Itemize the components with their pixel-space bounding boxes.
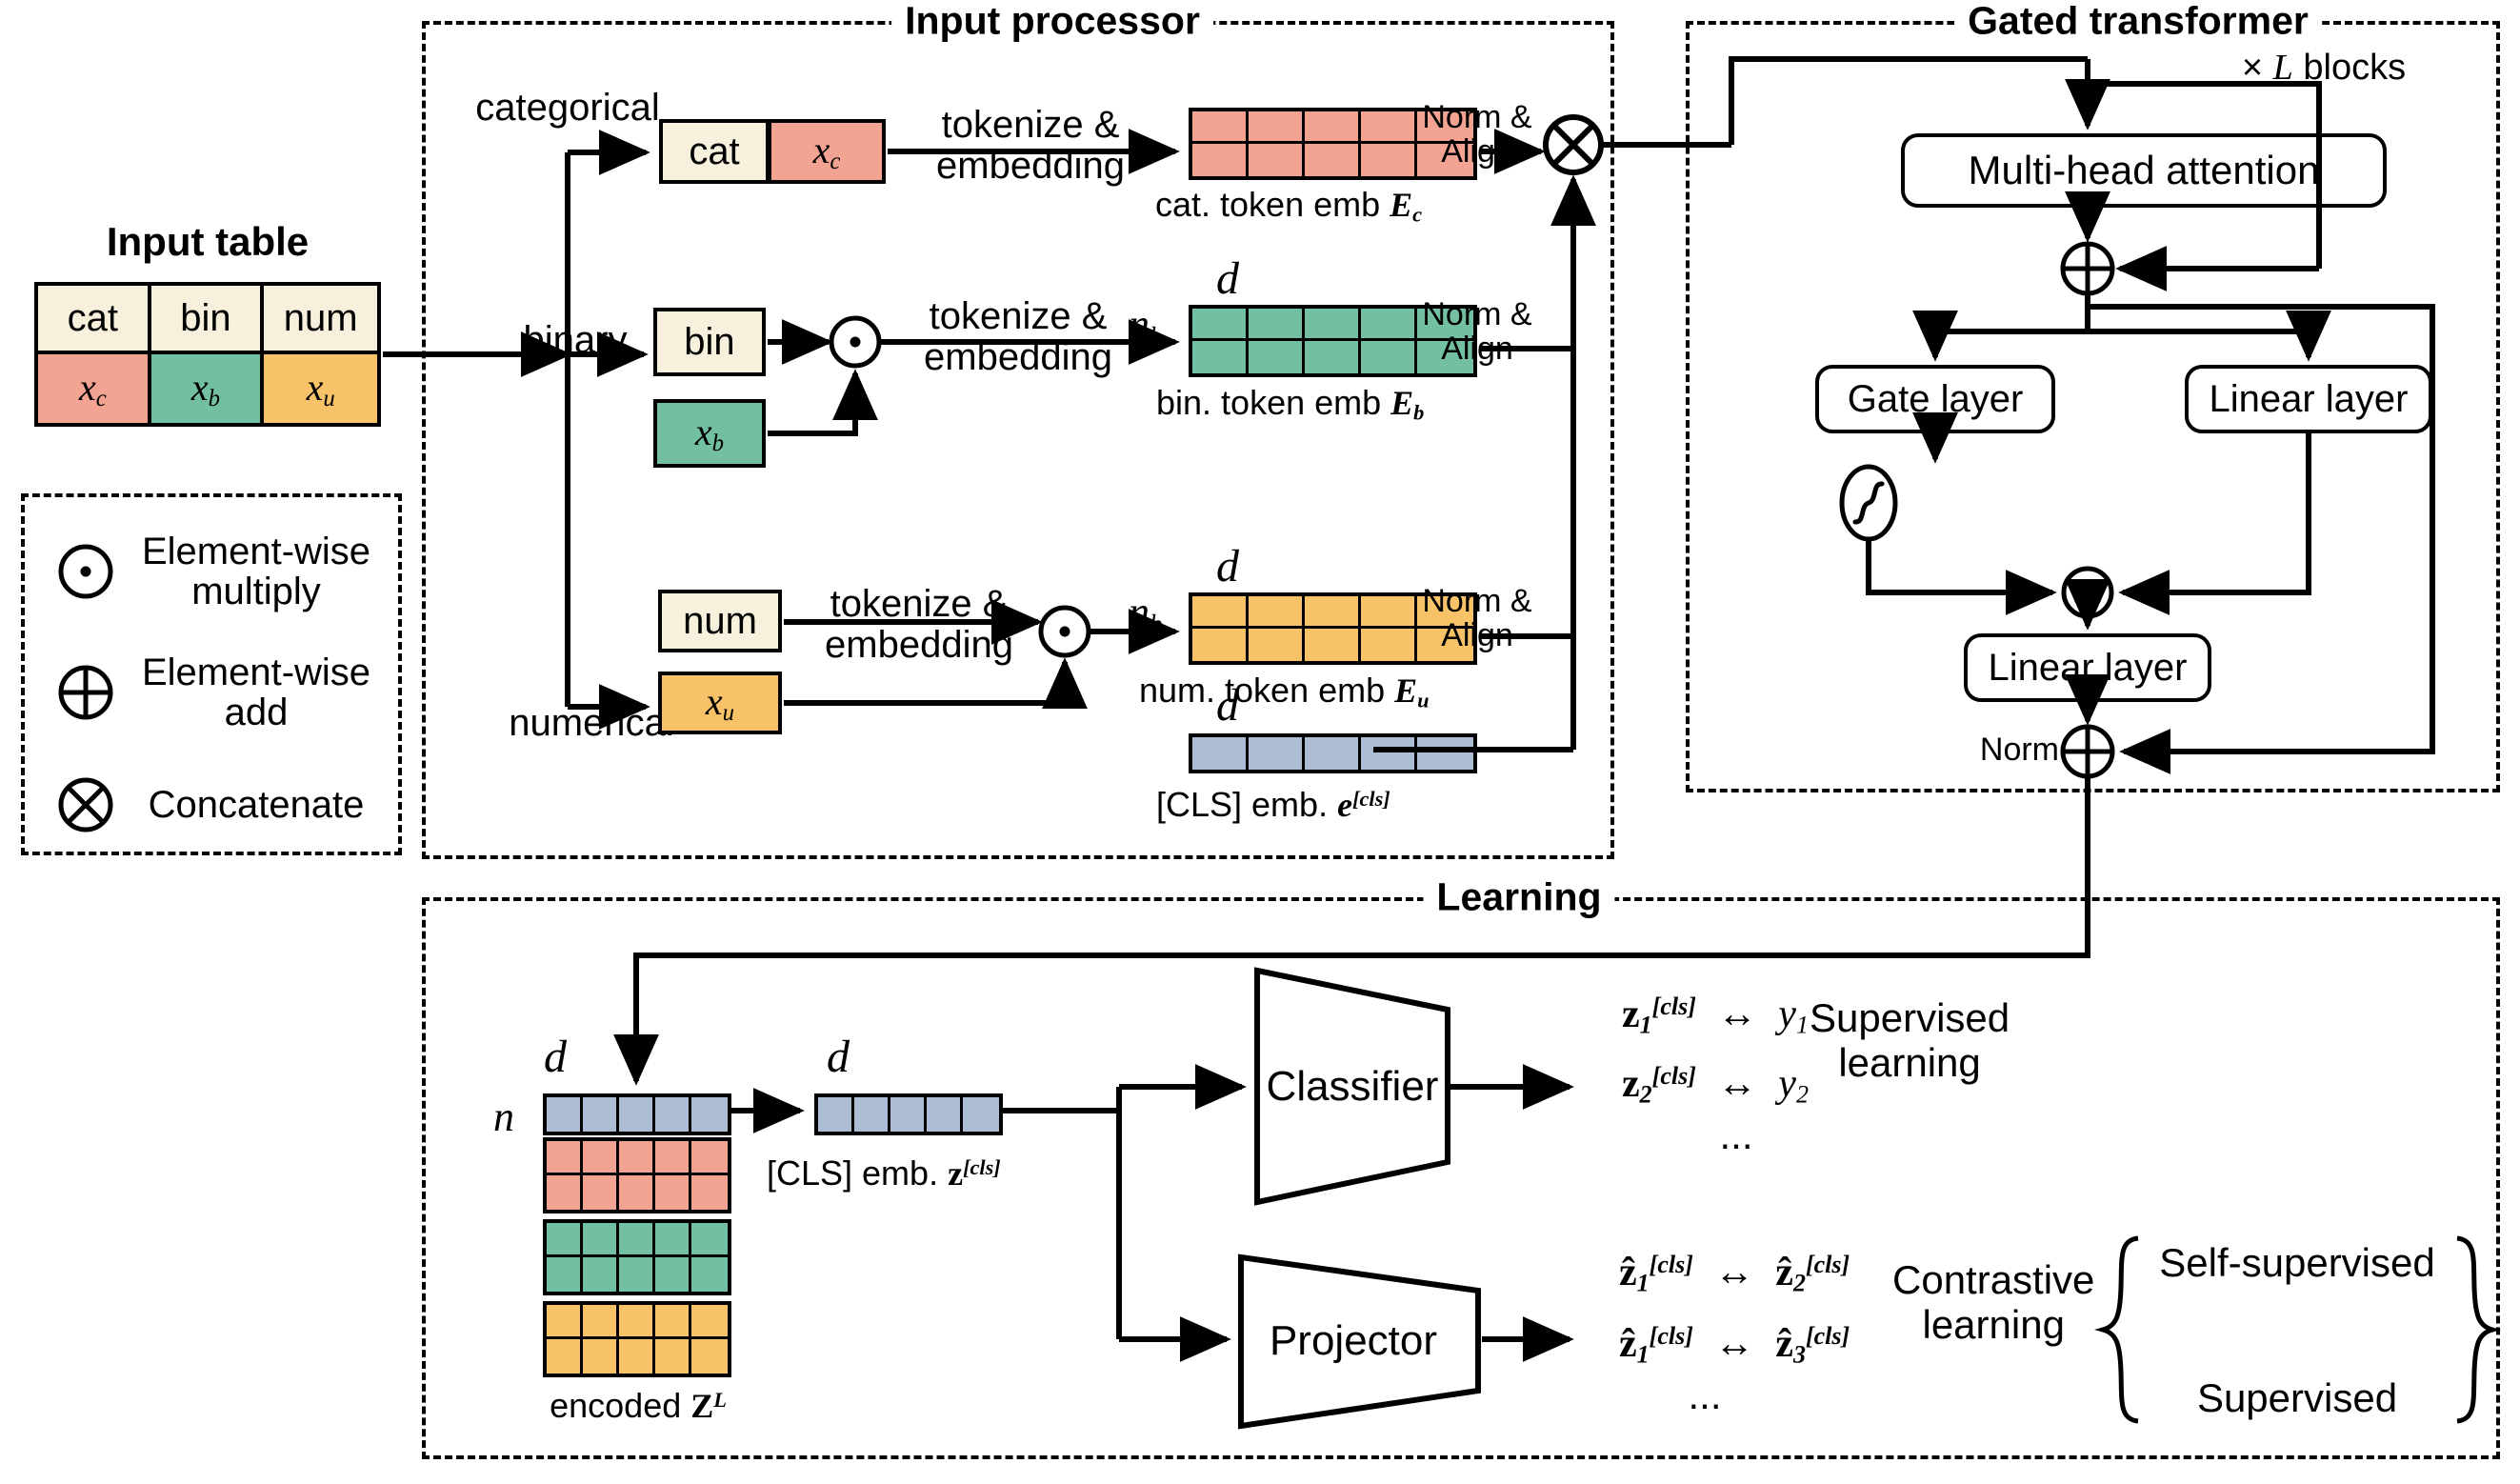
edge-label-binary: binary [523, 319, 628, 361]
learning-cls-caption: [CLS] emb. z[cls] [767, 1153, 1001, 1193]
encoded-caption: encoded ZL [550, 1386, 727, 1425]
field-box-cat: cat [659, 119, 770, 184]
linear-layer-right-block: Linear layer [2185, 365, 2432, 433]
cls-embedding-caption: [CLS] emb. e[cls] [1156, 785, 1390, 824]
otimes-icon [58, 777, 113, 832]
norm-align-label-cat: Norm & Align [1422, 99, 1532, 170]
dim-label-nb-numerical: nb [1129, 589, 1163, 638]
encoded-row-group-cls [543, 1093, 731, 1135]
transform-label-binary: tokenize & embedding [924, 295, 1112, 379]
cat-token-embedding-caption: cat. token emb Ec [1155, 185, 1423, 227]
linear-layer-bottom-block: Linear layer [1964, 633, 2211, 702]
encoded-row-group-binary [543, 1219, 731, 1295]
value-box-xc: xc [768, 119, 886, 184]
dim-label-d-cls: d [1216, 680, 1239, 731]
legend-label-concatenate: Concatenate [148, 783, 365, 826]
dim-label-d-numerical: d [1216, 541, 1239, 592]
norm-align-label-bin: Norm & Align [1422, 296, 1532, 368]
projector-label: Projector [1269, 1316, 1438, 1364]
learning-frame [422, 897, 2500, 1459]
input-processor-title: Input processor [891, 0, 1213, 44]
learning-title: Learning [1423, 874, 1615, 920]
edge-label-numerical: numerical [509, 702, 674, 744]
cls-embedding-grid [1189, 733, 1477, 773]
input-table-value-xu: xu [264, 354, 377, 423]
norm-label-transformer: Norm [1979, 732, 2059, 768]
classifier-label: Classifier [1266, 1062, 1439, 1110]
input-table-value-xb: xb [150, 354, 265, 423]
contrastive-pair-2: ẑ1[cls] ↔ ẑ3[cls] [1619, 1321, 1850, 1369]
dim-label-d-cls-vector: d [827, 1032, 850, 1082]
legend-label-add-line1: Element-wise [141, 651, 371, 693]
legend-label-add-line2: add [224, 692, 289, 733]
supervised-pair-1: z1[cls] ↔ y1 [1622, 992, 1809, 1039]
dim-label-d-binary: d [1216, 253, 1239, 304]
value-box-xu: xu [658, 672, 782, 734]
supervised-learning-label: Supervised learning [1810, 995, 2010, 1086]
input-table: cat bin num xc xb xu [34, 282, 381, 427]
brace-item-self-supervised: Self-supervised [2159, 1239, 2435, 1285]
field-box-bin: bin [653, 308, 766, 376]
contrastive-ellipsis: ... [1688, 1373, 1722, 1417]
legend-label-multiply-line1: Element-wise [141, 530, 371, 572]
supervised-ellipsis: ... [1719, 1113, 1753, 1157]
transformer-repeat-note: × L blocks [2241, 48, 2407, 88]
learning-cls-vector [814, 1093, 1003, 1135]
supervised-pair-2: z2[cls] ↔ y2 [1622, 1061, 1809, 1109]
edge-label-categorical: categorical [475, 87, 660, 129]
encoded-row-group-categorical [543, 1137, 731, 1213]
input-table-title: Input table [106, 219, 310, 264]
field-box-num: num [658, 590, 782, 652]
legend-item-add: Element-wise add [44, 640, 396, 745]
legend-label-multiply-line2: multiply [191, 571, 321, 612]
transform-label-categorical: tokenize & embedding [936, 104, 1125, 188]
brace-item-supervised: Supervised [2196, 1374, 2398, 1420]
bin-token-embedding-caption: bin. token emb Eb [1156, 383, 1425, 425]
input-table-header-bin: bin [150, 286, 265, 354]
transform-label-numerical: tokenize & embedding [825, 583, 1013, 667]
contrastive-pair-1: ẑ1[cls] ↔ ẑ2[cls] [1619, 1250, 1850, 1297]
legend-item-concatenate: Concatenate [44, 767, 396, 843]
norm-align-label-num: Norm & Align [1422, 583, 1532, 654]
dim-label-nb-binary: nb [1129, 301, 1163, 351]
gated-transformer-title: Gated transformer [1954, 0, 2322, 44]
dim-label-d-encoded: d [544, 1032, 567, 1082]
gate-layer-block: Gate layer [1815, 365, 2055, 433]
input-table-value-xc: xc [38, 354, 151, 423]
num-token-embedding-caption: num. token emb Eu [1139, 671, 1430, 712]
dim-label-n-encoded: n [493, 1093, 514, 1140]
value-box-xb: xb [653, 399, 766, 468]
legend-item-multiply: Element-wise multiply [44, 519, 396, 624]
multi-head-attention-block: Multi-head attention [1901, 133, 2387, 208]
diagram-canvas: Input processor Gated transformer Learni… [0, 0, 2520, 1484]
input-table-header-cat: cat [38, 286, 151, 354]
input-table-header-num: num [264, 286, 377, 354]
odot-icon [58, 544, 113, 599]
contrastive-learning-label: Contrastive learning [1892, 1257, 2095, 1348]
oplus-icon [58, 665, 113, 720]
encoded-row-group-numerical [543, 1301, 731, 1377]
